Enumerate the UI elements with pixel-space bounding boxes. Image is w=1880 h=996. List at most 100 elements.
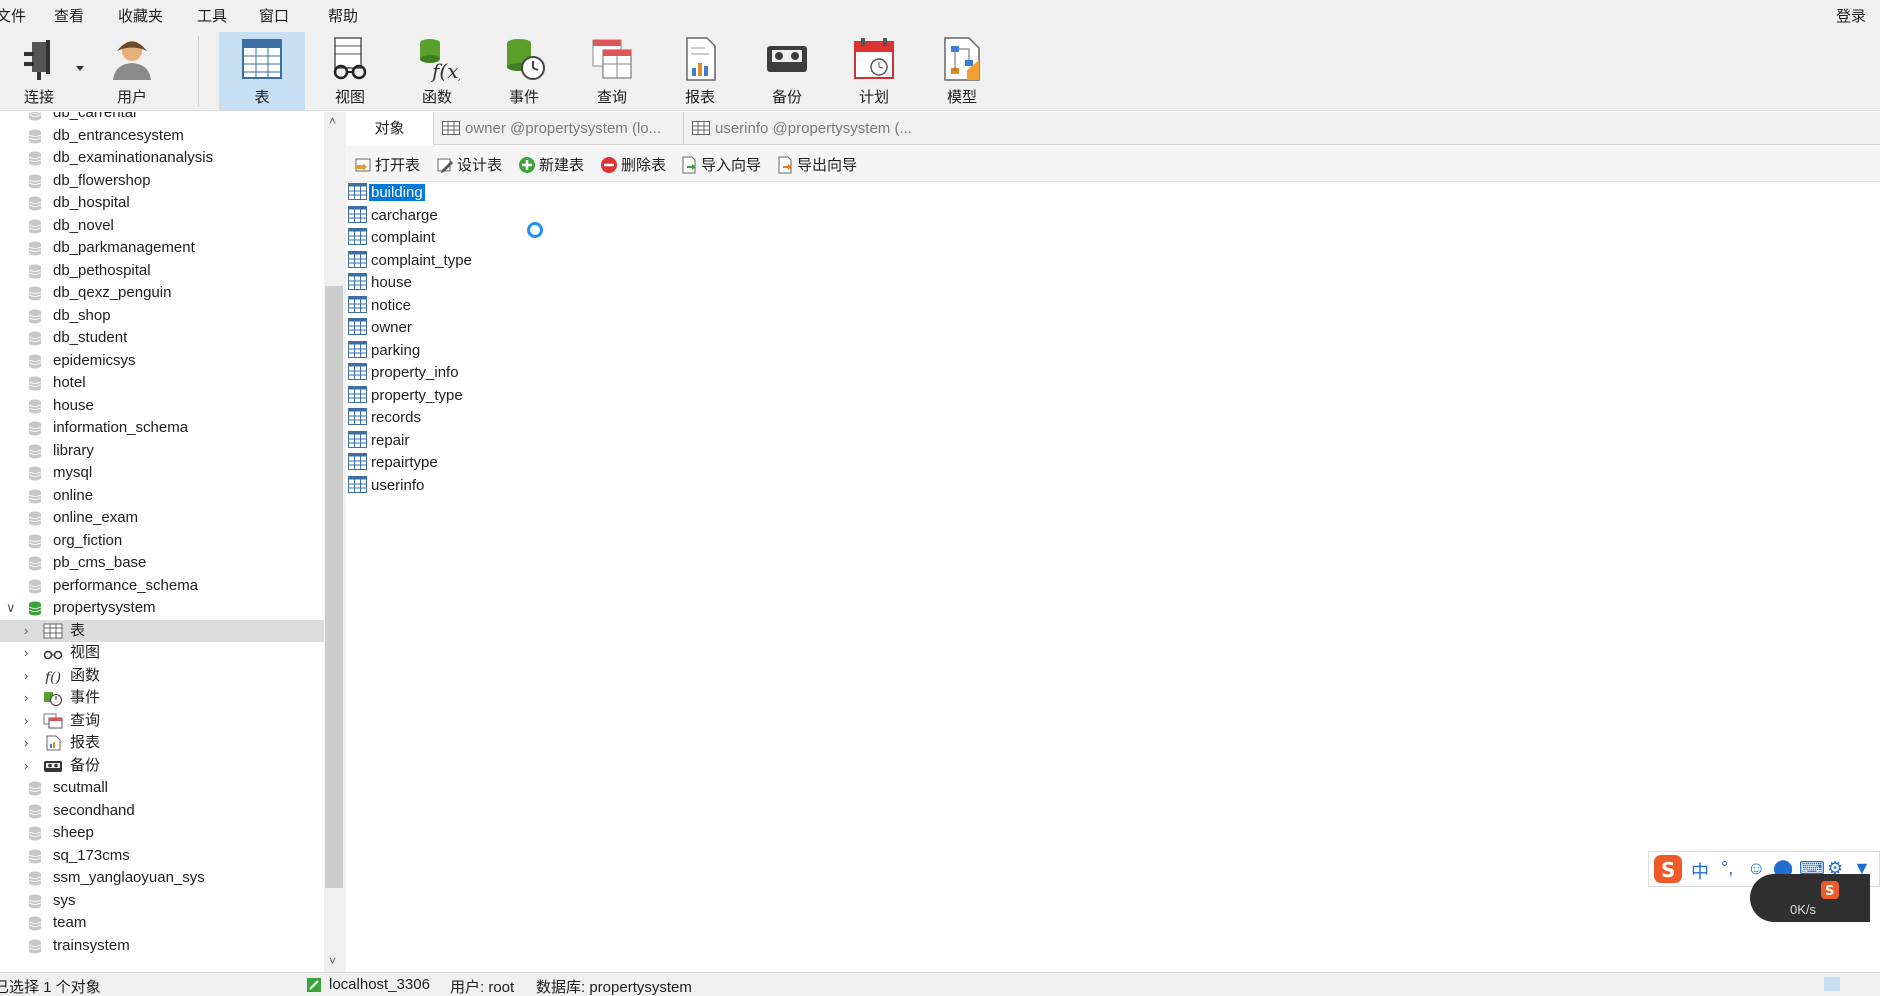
export-wizard-button[interactable]: 导出向导 <box>776 154 857 175</box>
menu-window[interactable]: 窗口 <box>259 5 289 26</box>
chevron-right-icon[interactable]: › <box>24 642 28 664</box>
open-table-button[interactable]: 打开表 <box>354 154 420 175</box>
table-item[interactable]: property_info <box>348 362 461 384</box>
tree-db-item[interactable]: scutmall <box>0 777 324 799</box>
tree-db-item[interactable]: db_examinationanalysis <box>0 147 324 169</box>
tree-child-item[interactable]: › 报表 <box>0 732 324 754</box>
chevron-right-icon[interactable]: › <box>24 665 28 687</box>
sogou-logo-icon[interactable]: S <box>1653 854 1683 884</box>
tree-db-item[interactable]: db_novel <box>0 215 324 237</box>
login-link[interactable]: 登录 <box>1836 5 1866 26</box>
design-table-button[interactable]: 设计表 <box>436 154 502 175</box>
model-button[interactable]: 模型 <box>921 32 1003 110</box>
list-view-icon[interactable] <box>1848 977 1864 991</box>
tree-child-item[interactable]: › 表 <box>0 619 324 642</box>
connect-button[interactable]: 连接 <box>0 32 78 110</box>
tree-db-item[interactable]: db_student <box>0 327 324 349</box>
tree-db-item[interactable]: db_flowershop <box>0 170 324 192</box>
tree-db-item[interactable]: db_parkmanagement <box>0 237 324 259</box>
table-item[interactable]: house <box>348 272 414 294</box>
report-button[interactable]: 报表 <box>659 32 741 110</box>
table-item[interactable]: owner <box>348 317 414 339</box>
tree-db-item[interactable]: pb_cms_base <box>0 552 324 574</box>
table-item[interactable]: complaint <box>348 227 437 249</box>
tree-db-item[interactable]: db_entrancesystem <box>0 125 324 147</box>
table-item[interactable]: repair <box>348 430 411 452</box>
scroll-down-icon[interactable]: ˅ <box>329 954 336 968</box>
table-button[interactable]: 表 <box>219 32 305 110</box>
delete-table-button[interactable]: 删除表 <box>600 154 666 175</box>
tree-db-item[interactable]: mysql <box>0 462 324 484</box>
import-wizard-button[interactable]: 导入向导 <box>680 154 761 175</box>
punctuation-icon[interactable]: °, <box>1721 858 1733 879</box>
tree-db-item[interactable]: epidemicsys <box>0 350 324 372</box>
table-item[interactable]: property_type <box>348 385 465 407</box>
table-item-label: property_type <box>371 386 463 404</box>
tab-owner[interactable]: owner @propertysystem (lo... <box>434 112 684 145</box>
tree-db-item[interactable]: online <box>0 485 324 507</box>
table-item[interactable]: notice <box>348 295 413 317</box>
tree-db-item[interactable]: db_hospital <box>0 192 324 214</box>
menu-file[interactable]: 文件 <box>0 5 26 26</box>
ime-chinese-toggle[interactable]: 中 <box>1691 858 1709 884</box>
table-item[interactable]: records <box>348 407 423 429</box>
tree-db-item[interactable]: ssm_yanglaoyuan_sys <box>0 867 324 889</box>
tree-db-item[interactable]: db_shop <box>0 305 324 327</box>
tree-db-item[interactable]: db_qexz_penguin <box>0 282 324 304</box>
user-button[interactable]: 用户 <box>91 32 173 110</box>
view-button[interactable]: 视图 <box>309 32 391 110</box>
sogou-small-icon[interactable]: S <box>1820 880 1840 900</box>
tree-db-item[interactable]: performance_schema <box>0 575 324 597</box>
tree-child-item[interactable]: › f() 函数 <box>0 665 324 687</box>
schedule-button[interactable]: 计划 <box>833 32 915 110</box>
chevron-right-icon[interactable]: › <box>24 755 28 777</box>
table-item[interactable]: carcharge <box>348 205 440 227</box>
tree-db-item[interactable]: sys <box>0 890 324 912</box>
tree-db-label: performance_schema <box>53 576 199 594</box>
tree-db-item[interactable]: db_carrental <box>0 112 324 124</box>
tree-db-item[interactable]: information_schema <box>0 417 324 439</box>
menu-help[interactable]: 帮助 <box>328 5 358 26</box>
grid-view-icon[interactable] <box>1824 977 1840 991</box>
tree-db-propertysystem[interactable]: ∨ propertysystem <box>0 597 324 619</box>
menu-tools[interactable]: 工具 <box>197 5 227 26</box>
chevron-right-icon[interactable]: › <box>24 687 28 709</box>
tree-db-item[interactable]: db_pethospital <box>0 260 324 282</box>
backup-button[interactable]: 备份 <box>746 32 828 110</box>
tree-db-item[interactable]: hotel <box>0 372 324 394</box>
table-item[interactable]: parking <box>348 340 422 362</box>
tree-db-item[interactable]: sq_173cms <box>0 845 324 867</box>
menu-view[interactable]: 查看 <box>54 5 84 26</box>
tab-objects[interactable]: 对象 <box>346 112 434 145</box>
tree-db-item[interactable]: org_fiction <box>0 530 324 552</box>
query-button[interactable]: 查询 <box>571 32 653 110</box>
tree-child-item[interactable]: › 查询 <box>0 710 324 732</box>
table-item[interactable]: repairtype <box>348 452 440 474</box>
table-item[interactable]: building <box>348 182 425 204</box>
tree-db-item[interactable]: sheep <box>0 822 324 844</box>
menu-favorites[interactable]: 收藏夹 <box>118 5 163 26</box>
chevron-right-icon[interactable]: › <box>24 732 28 754</box>
scroll-up-icon[interactable]: ˄ <box>329 114 336 128</box>
tab-userinfo[interactable]: userinfo @propertysystem (... <box>684 112 1880 145</box>
table-item[interactable]: userinfo <box>348 475 426 497</box>
tree-db-item[interactable]: secondhand <box>0 800 324 822</box>
function-button[interactable]: f(x) 函数 <box>396 32 478 110</box>
chevron-right-icon[interactable]: › <box>24 620 28 642</box>
table-item[interactable]: complaint_type <box>348 250 474 272</box>
chevron-down-icon[interactable]: ∨ <box>6 597 16 619</box>
tree-db-item[interactable]: online_exam <box>0 507 324 529</box>
tree-db-item[interactable]: library <box>0 440 324 462</box>
chevron-down-icon[interactable] <box>76 66 84 71</box>
tree-child-item[interactable]: › 视图 <box>0 642 324 664</box>
tree-db-item[interactable]: trainsystem <box>0 935 324 957</box>
sidebar-scrollbar-thumb[interactable] <box>325 286 343 888</box>
new-table-button[interactable]: 新建表 <box>518 154 584 175</box>
event-button[interactable]: 事件 <box>483 32 565 110</box>
tree-child-item[interactable]: › 备份 <box>0 755 324 777</box>
tree-db-item[interactable]: team <box>0 912 324 934</box>
detail-view-icon[interactable] <box>1870 977 1880 991</box>
tree-child-item[interactable]: › 事件 <box>0 687 324 709</box>
tree-db-item[interactable]: house <box>0 395 324 417</box>
chevron-right-icon[interactable]: › <box>24 710 28 732</box>
